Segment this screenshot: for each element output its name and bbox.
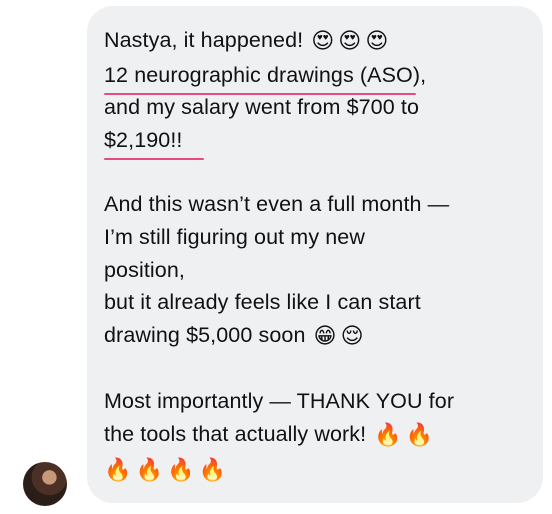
message-line: Most importantly — THANK YOU for — [104, 385, 523, 418]
message-line: drawing $5,000 soon 😁 😌 — [104, 319, 523, 354]
message-text: And this wasn’t even a full month — — [104, 192, 450, 217]
message-text: position, — [104, 257, 185, 282]
message-text: $2,190!! — [104, 127, 183, 152]
message-line: $2,190!! — [104, 124, 523, 160]
message-line: position, — [104, 254, 523, 287]
message-text: I’m still figuring out my new — [104, 224, 365, 249]
message-text: and my salary went from $700 to — [104, 95, 419, 120]
message-line: I’m still figuring out my new — [104, 221, 523, 254]
message-text: but it already feels like I can start — [104, 290, 421, 315]
fire-emoji: 🔥 — [405, 422, 434, 448]
fire-emoji: 🔥 — [135, 457, 163, 483]
heart-eyes-emoji: 😍 — [311, 29, 335, 54]
message-text: drawing $5,000 soon — [104, 322, 306, 347]
message-text: 12 neurographic drawings (ASO), — [104, 62, 427, 87]
message-line: 🔥 🔥 🔥 🔥 — [104, 453, 523, 488]
fire-emoji: 🔥 — [374, 422, 402, 448]
message-spacer — [104, 156, 523, 188]
message-text: Most importantly — THANK YOU for — [104, 389, 455, 414]
message-line: but it already feels like I can start — [104, 286, 523, 319]
avatar[interactable] — [23, 462, 67, 506]
relieved-emoji: 😌 — [340, 323, 364, 349]
message-line: And this wasn’t even a full month — — [104, 188, 523, 221]
message-line: and my salary went from $700 to — [104, 91, 523, 124]
message-line: Nastya, it happened! 😍 😍 😍 — [104, 24, 523, 59]
heart-eyes-emoji: 😍 — [365, 29, 389, 54]
grin-emoji: 😁 — [313, 323, 337, 349]
message-bubble[interactable]: Nastya, it happened! 😍 😍 😍 12 neurographic … — [87, 6, 543, 503]
chat-view: Nastya, it happened! 😍 😍 😍 12 neurographic … — [0, 0, 552, 514]
fire-emoji: 🔥 — [167, 457, 195, 483]
message-text: the tools that actually work! — [104, 421, 367, 446]
heart-eyes-emoji: 😍 — [338, 29, 362, 54]
fire-emoji: 🔥 — [198, 457, 226, 483]
fire-emoji: 🔥 — [104, 457, 132, 483]
message-spacer — [104, 353, 523, 385]
message-line: the tools that actually work! 🔥 🔥 — [104, 418, 523, 453]
message-line: 12 neurographic drawings (ASO), — [104, 59, 523, 95]
message-text: Nastya, it happened! — [104, 28, 304, 52]
